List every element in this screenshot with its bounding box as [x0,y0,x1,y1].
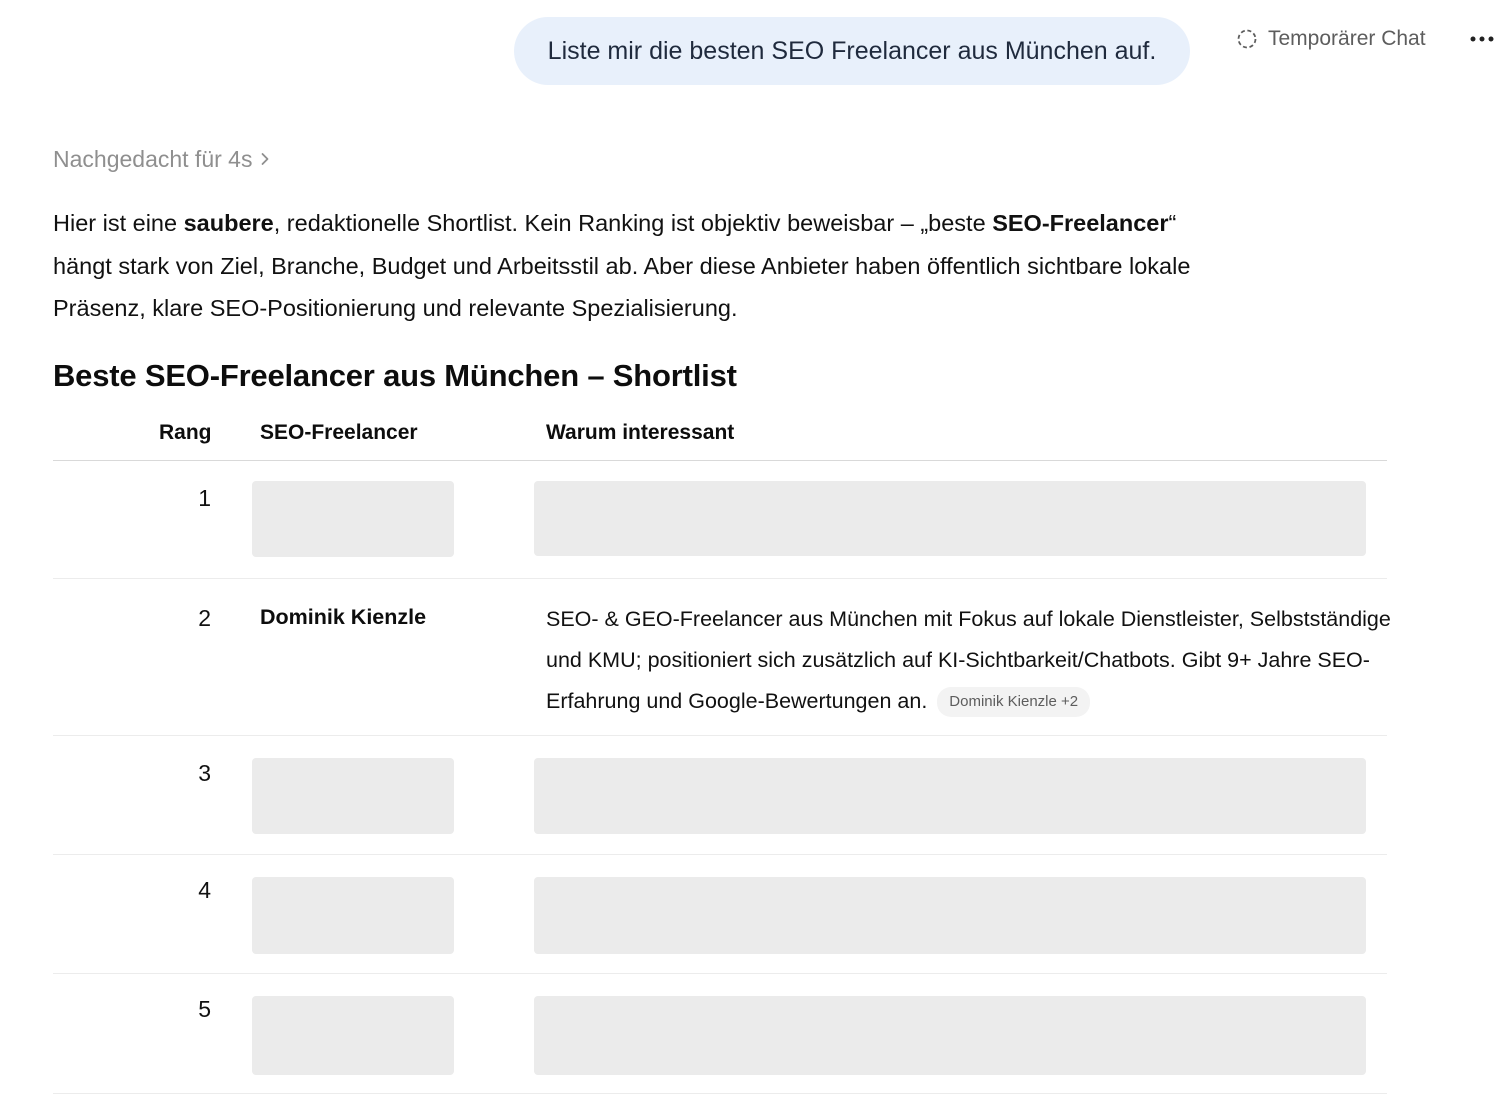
rank-cell: 5 [198,996,211,1022]
intro-paragraph: Hier ist eine saubere, redaktionelle Sho… [53,202,1203,330]
rank-cell: 2 [198,605,211,631]
table-header: Rang SEO-Freelancer Warum interessant [53,410,1387,461]
redacted-name-block [252,996,454,1075]
table-row: 2 Dominik Kienzle SEO- & GEO-Freelancer … [53,579,1391,736]
thinking-toggle[interactable]: Nachgedacht für 4s [53,146,270,173]
redacted-reason-block [534,758,1366,834]
temporary-chat-button[interactable]: Temporärer Chat [1236,24,1426,54]
column-header-freelancer: SEO-Freelancer [260,421,418,444]
table-row: 5 [53,974,1387,1094]
rank-cell: 1 [198,485,211,511]
redacted-name-block [252,877,454,954]
table-row: 4 [53,855,1387,974]
user-message-text: Liste mir die besten SEO Freelancer aus … [547,36,1157,65]
table-row: 3 [53,736,1387,855]
intro-text-1: Hier ist eine [53,210,184,236]
dashed-circle-icon [1236,28,1258,50]
reason-cell: SEO- & GEO-Freelancer aus München mit Fo… [546,599,1391,722]
user-message-bubble: Liste mir die besten SEO Freelancer aus … [514,17,1190,85]
intro-bold-1: saubere [183,210,274,236]
more-options-button[interactable] [1466,24,1498,54]
redacted-name-block [252,758,454,834]
more-horizontal-icon [1470,30,1494,48]
chevron-right-icon [260,146,270,173]
redacted-reason-block [534,481,1366,556]
redacted-reason-block [534,877,1366,954]
thinking-label: Nachgedacht für 4s [53,146,253,172]
section-title: Beste SEO-Freelancer aus München – Short… [53,358,737,393]
table-row: 1 [53,461,1387,579]
temporary-chat-label: Temporärer Chat [1268,27,1426,50]
source-citation-pill[interactable]: Dominik Kienzle +2 [937,687,1091,717]
redacted-name-block [252,481,454,557]
chat-page: Liste mir die besten SEO Freelancer aus … [0,0,1500,1116]
rank-cell: 3 [198,760,211,786]
intro-text-2: , redaktionelle Shortlist. Kein Ranking … [273,210,993,236]
freelancer-name: Dominik Kienzle [260,605,427,629]
rank-cell: 4 [198,877,211,903]
column-header-why: Warum interessant [546,421,735,444]
column-header-rang: Rang [159,421,212,444]
intro-bold-2: SEO-Freelancer [992,210,1169,236]
redacted-reason-block [534,996,1366,1075]
shortlist-table: Rang SEO-Freelancer Warum interessant 1 … [53,410,1391,1094]
